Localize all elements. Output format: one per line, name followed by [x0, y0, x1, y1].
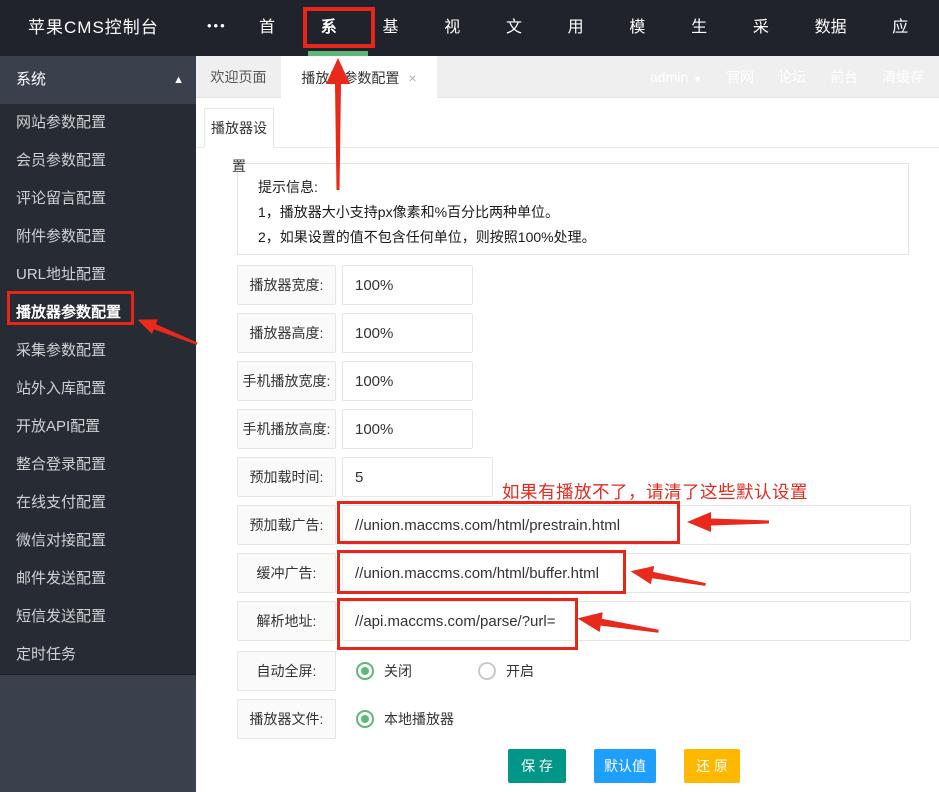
- nav-item-video[interactable]: 视频: [429, 0, 491, 92]
- nav-item-database[interactable]: 数据库: [800, 0, 878, 92]
- form-row: 预加载时间:: [0, 457, 939, 497]
- form-row: 手机播放宽度:: [0, 361, 939, 401]
- user-menu[interactable]: admin ▼: [650, 69, 702, 85]
- top-navbar: 苹果CMS控制台 ••• 首页 系统 基础 视频 文章 用户 模版 生成 采集 …: [0, 0, 939, 92]
- link-forum[interactable]: 论坛: [778, 67, 806, 87]
- notice-box: 提示信息: 1，播放器大小支持px像素和%百分比两种单位。 2，如果设置的值不包…: [237, 163, 909, 255]
- tab-welcome-page[interactable]: 欢迎页面: [196, 56, 281, 98]
- collapse-arrow-icon: ▲: [173, 74, 184, 86]
- user-links: admin ▼ 官网 论坛 前台 清缓存: [650, 56, 924, 98]
- save-button[interactable]: 保 存: [508, 749, 566, 783]
- field-label-parse-url: 解析地址:: [237, 601, 336, 641]
- chevron-down-icon: ▼: [693, 74, 703, 84]
- tab-player-label: 播放器参数配置: [301, 69, 400, 86]
- link-frontend[interactable]: 前台: [830, 67, 858, 87]
- input-mobile-width[interactable]: [342, 361, 473, 401]
- input-parse-url[interactable]: [342, 601, 911, 641]
- nav-item-home[interactable]: 首页: [244, 0, 306, 92]
- input-player-height[interactable]: [342, 313, 473, 353]
- field-label-buffer-ad: 缓冲广告:: [237, 553, 336, 593]
- field-label-preload-time: 预加载时间:: [237, 457, 336, 497]
- subtab-divider: [196, 147, 939, 148]
- default-value-button[interactable]: 默认值: [594, 749, 656, 783]
- notice-line-1: 1，播放器大小支持px像素和%百分比两种单位。: [258, 204, 560, 220]
- form-row: 手机播放高度:: [0, 409, 939, 449]
- sidebar-item-comment-config[interactable]: 评论留言配置: [0, 180, 196, 218]
- radio-option-off[interactable]: 关闭: [356, 661, 412, 681]
- username: admin: [650, 69, 689, 85]
- form-row: 缓冲广告:: [0, 553, 939, 593]
- radio-selected-icon[interactable]: [356, 710, 374, 728]
- sidebar-item-attachment-config[interactable]: 附件参数配置: [0, 218, 196, 256]
- form-row: 预加载广告:: [0, 505, 939, 545]
- auto-fullscreen-options: 关闭 开启: [356, 651, 534, 691]
- form-row: 播放器宽度:: [0, 265, 939, 305]
- sidebar-item-member-config[interactable]: 会员参数配置: [0, 142, 196, 180]
- app-root: 苹果CMS控制台 ••• 首页 系统 基础 视频 文章 用户 模版 生成 采集 …: [0, 0, 939, 792]
- field-label-player-height: 播放器高度:: [237, 313, 336, 353]
- subtab-player-settings[interactable]: 播放器设置: [204, 108, 274, 174]
- sidebar-header[interactable]: 系统 ▲: [0, 56, 196, 104]
- field-label-mobile-width: 手机播放宽度:: [237, 361, 336, 401]
- main-nav: 首页 系统 基础 视频 文章 用户 模版 生成 采集 数据库 应用: [244, 0, 939, 92]
- radio-label-local-player: 本地播放器: [384, 711, 454, 727]
- form-row: 自动全屏: 关闭 开启: [0, 651, 939, 691]
- radio-label-off: 关闭: [384, 663, 412, 679]
- field-label-auto-fullscreen: 自动全屏:: [237, 651, 336, 691]
- notice-line-2: 2，如果设置的值不包含任何单位，则按照100%处理。: [258, 229, 596, 245]
- input-player-width[interactable]: [342, 265, 473, 305]
- form-row: 解析地址:: [0, 601, 939, 641]
- radio-option-local-player[interactable]: 本地播放器: [356, 709, 454, 729]
- link-official-site[interactable]: 官网: [726, 67, 754, 87]
- link-clear-cache[interactable]: 清缓存: [882, 67, 924, 87]
- nav-item-system[interactable]: 系统: [306, 0, 368, 92]
- nav-item-generate[interactable]: 生成: [676, 0, 738, 92]
- radio-unselected-icon[interactable]: [478, 662, 496, 680]
- input-buffer-ad[interactable]: [342, 553, 911, 593]
- more-icon[interactable]: •••: [207, 0, 227, 56]
- form-row: 播放器文件: 本地播放器: [0, 699, 939, 739]
- radio-option-on[interactable]: 开启: [478, 661, 534, 681]
- nav-item-collect[interactable]: 采集: [738, 0, 800, 92]
- notice-title: 提示信息:: [258, 179, 318, 195]
- nav-item-template[interactable]: 模版: [614, 0, 676, 92]
- radio-selected-icon[interactable]: [356, 662, 374, 680]
- restore-button[interactable]: 还 原: [684, 749, 740, 783]
- sidebar-header-label: 系统: [16, 71, 47, 88]
- input-preload-ad[interactable]: [342, 505, 911, 545]
- field-label-mobile-height: 手机播放高度:: [237, 409, 336, 449]
- field-label-player-width: 播放器宽度:: [237, 265, 336, 305]
- nav-item-article[interactable]: 文章: [491, 0, 553, 92]
- input-mobile-height[interactable]: [342, 409, 473, 449]
- nav-item-app[interactable]: 应用: [877, 0, 939, 92]
- sidebar-item-site-config[interactable]: 网站参数配置: [0, 104, 196, 142]
- field-label-preload-ad: 预加载广告:: [237, 505, 336, 545]
- input-preload-time[interactable]: [342, 457, 493, 497]
- player-file-options: 本地播放器: [356, 699, 454, 739]
- form-row: 播放器高度:: [0, 313, 939, 353]
- nav-item-user[interactable]: 用户: [553, 0, 615, 92]
- tab-player-config[interactable]: 播放器参数配置 ×: [281, 56, 437, 99]
- tab-close-icon[interactable]: ×: [408, 70, 416, 86]
- radio-label-on: 开启: [506, 663, 534, 679]
- field-label-player-file: 播放器文件:: [237, 699, 336, 739]
- nav-item-basic[interactable]: 基础: [367, 0, 429, 92]
- app-logo: 苹果CMS控制台: [28, 18, 159, 37]
